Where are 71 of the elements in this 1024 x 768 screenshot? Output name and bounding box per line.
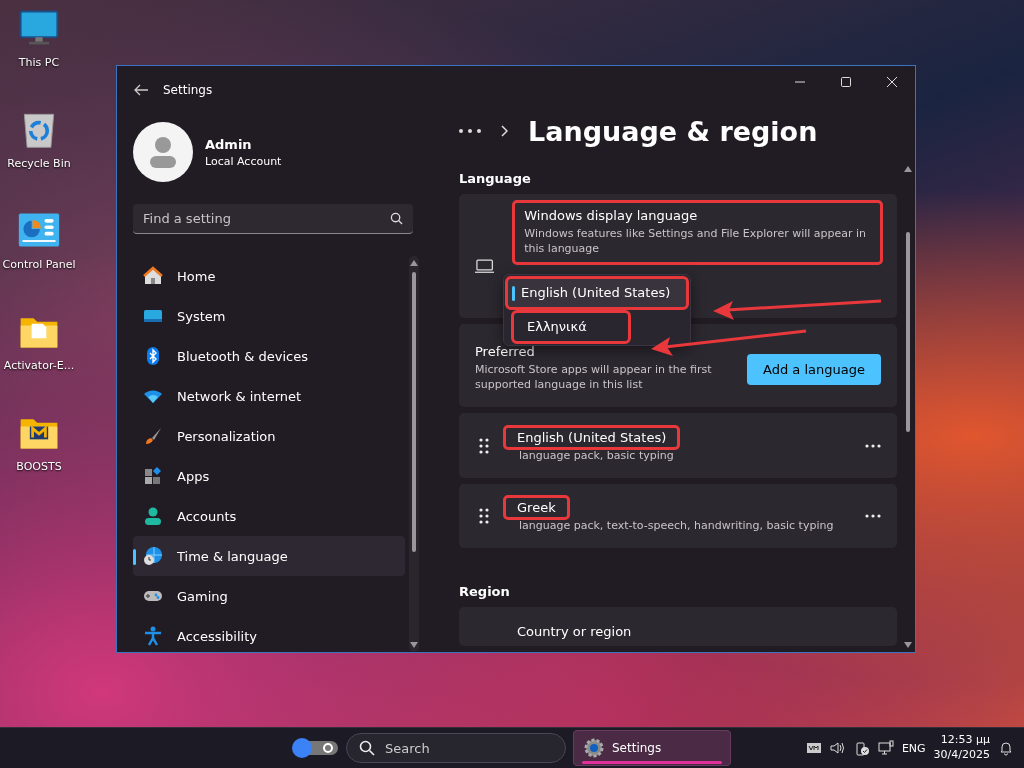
chevron-right-icon — [501, 125, 508, 138]
desktop-icon-label[interactable]: This PC — [18, 56, 60, 69]
settings-search-field[interactable]: Find a setting — [133, 204, 413, 234]
nav-item[interactable]: Bluetooth & devices — [133, 336, 405, 376]
bell-icon[interactable] — [998, 740, 1014, 756]
scroll-up-icon[interactable] — [410, 260, 418, 266]
nav-item[interactable]: Home — [133, 256, 405, 296]
apps-icon — [143, 466, 163, 486]
battery-check-icon[interactable] — [853, 740, 870, 756]
accessibility-icon — [143, 626, 163, 646]
avatar-icon[interactable] — [133, 122, 193, 182]
gear-icon — [584, 738, 604, 758]
more-icon[interactable] — [459, 129, 481, 134]
add-language-button[interactable]: Add a language — [747, 354, 881, 385]
language-card[interactable]: English (United States) language pack, basic typing — [459, 413, 897, 478]
setting-title: Preferred — [475, 343, 536, 359]
speaker-icon[interactable] — [829, 740, 846, 756]
nav-item[interactable]: Network & internet — [133, 376, 405, 416]
more-icon[interactable] — [865, 513, 881, 518]
setting-description: Microsoft Store apps will appear in the first supported language in this list — [475, 361, 713, 394]
scroll-up-icon[interactable] — [904, 166, 912, 172]
desktop-icon-label[interactable]: Activator-E... — [3, 359, 75, 372]
person-icon — [143, 506, 163, 526]
nav-item[interactable]: Accessibility — [133, 616, 405, 652]
clock[interactable]: 12:53 μμ 30/4/2025 — [933, 733, 990, 763]
language-card[interactable]: Greek language pack, text-to-speech, handwriting, basic typing — [459, 483, 897, 548]
display-language-label: Windows display language Windows features like Settings and File Explorer will appear in this language — [514, 201, 881, 264]
page-title: Language & region — [528, 115, 818, 147]
nav-item[interactable]: Time & language — [133, 536, 405, 576]
drag-handle-icon[interactable] — [479, 437, 489, 454]
desktop-icon-label[interactable]: BOOSTS — [16, 460, 62, 473]
search-icon — [390, 212, 403, 225]
scrollbar[interactable] — [409, 256, 419, 652]
nav-item[interactable]: Accounts — [133, 496, 405, 536]
more-icon[interactable] — [865, 443, 881, 448]
section-heading: Region — [459, 583, 511, 599]
dropdown-option[interactable]: Ελληνικά — [513, 311, 629, 342]
input-language[interactable]: ENG — [901, 741, 926, 755]
language-features: language pack, basic typing — [518, 448, 674, 464]
nav-item[interactable]: Gaming — [133, 576, 405, 616]
nav-item[interactable]: System — [133, 296, 405, 336]
search-icon — [359, 740, 375, 756]
globe-clock-icon — [143, 546, 163, 566]
setting-card[interactable]: Country or region — [459, 606, 897, 646]
taskbar-search-field[interactable]: Search — [346, 733, 566, 763]
vm-icon[interactable] — [805, 740, 822, 756]
language-dropdown[interactable]: English (United States) Ελληνικά — [503, 273, 691, 346]
toggle-widget-icon[interactable] — [292, 738, 340, 758]
desktop-icon-label[interactable]: Control Panel — [2, 258, 76, 271]
account-type: Local Account — [205, 154, 282, 168]
scrollbar[interactable] — [905, 166, 911, 648]
language-name: Greek — [505, 497, 568, 519]
section-heading: Language — [459, 170, 532, 186]
user-name: Admin — [205, 136, 253, 152]
language-name: English (United States) — [505, 427, 679, 449]
back-arrow-icon[interactable] — [133, 82, 149, 98]
house-icon — [143, 266, 163, 286]
nav-item[interactable]: Personalization — [133, 416, 405, 456]
scroll-down-icon[interactable] — [410, 642, 418, 648]
window-title: Settings — [163, 83, 214, 97]
nav-item[interactable]: Apps — [133, 456, 405, 496]
network-icon[interactable] — [877, 740, 894, 756]
close-icon — [886, 76, 898, 88]
drag-handle-icon[interactable] — [479, 507, 489, 524]
taskbar-app-button[interactable]: Settings — [573, 730, 731, 766]
dropdown-option[interactable]: English (United States) — [507, 277, 687, 308]
maximize-icon — [840, 76, 852, 88]
laptop-icon — [475, 257, 495, 274]
scroll-down-icon[interactable] — [904, 642, 912, 648]
language-features: language pack, text-to-speech, handwriting, basic typing — [518, 518, 834, 535]
desktop-icon-label[interactable]: Recycle Bin — [7, 157, 71, 170]
